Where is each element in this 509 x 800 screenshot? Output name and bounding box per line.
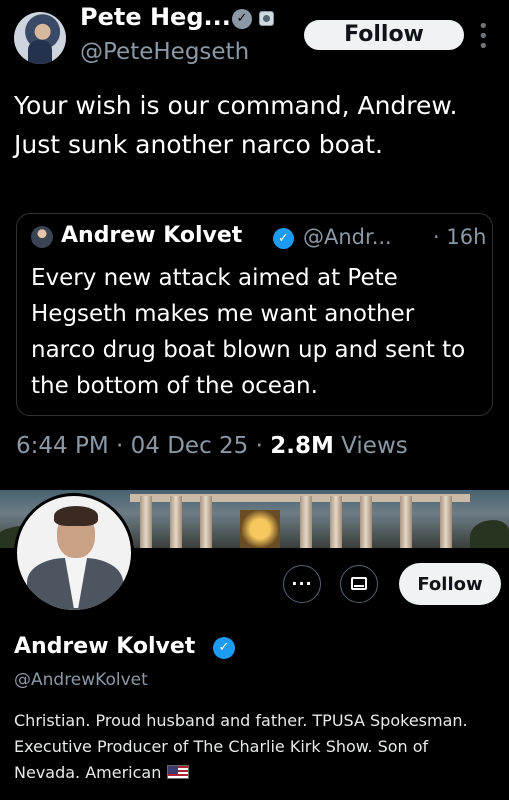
banner-column <box>170 496 182 548</box>
banner-column <box>200 496 212 548</box>
tweet-date[interactable]: 04 Dec 25 <box>131 433 249 459</box>
us-flag-icon <box>167 765 190 779</box>
profile-more-button[interactable]: ··· <box>283 565 321 603</box>
profile-avatar[interactable] <box>14 493 134 613</box>
profile-follow-button[interactable]: Follow <box>399 563 501 605</box>
tweet-card: Pete Heg... ✓ @PeteHegseth Follow • • • Yo… <box>0 0 509 490</box>
banner-column <box>440 496 452 548</box>
tweet-metadata: 6:44 PM · 04 Dec 25 · 2.8M Views <box>16 433 408 459</box>
banner-column <box>330 496 342 548</box>
banner-column <box>140 496 152 548</box>
views-label: Views <box>333 433 408 459</box>
views-count[interactable]: 2.8M <box>270 433 334 459</box>
profile-card: ··· Follow Andrew Kolvet ✓ @AndrewKolvet… <box>0 490 509 800</box>
profile-bio-text: Christian. Proud husband and father. TPU… <box>14 711 468 782</box>
separator: · <box>108 433 131 459</box>
verified-blue-badge-icon: ✓ <box>213 637 235 659</box>
author-handle[interactable]: @PeteHegseth <box>80 39 249 65</box>
author-avatar[interactable] <box>14 12 66 64</box>
tweet-text: Your wish is our command, Andrew. Just s… <box>14 91 458 159</box>
quoted-author-name: Andrew Kolvet <box>61 223 243 248</box>
separator: · <box>248 433 271 459</box>
quoted-author-handle: @Andr... <box>303 225 392 249</box>
envelope-icon <box>351 577 367 590</box>
verified-gray-badge-icon: ✓ <box>232 9 252 29</box>
author-name[interactable]: Pete Heg... <box>80 3 231 31</box>
profile-bio: Christian. Proud husband and father. TPU… <box>14 708 484 786</box>
banner-column <box>360 496 372 548</box>
profile-name: Andrew Kolvet <box>14 634 196 659</box>
banner-statue <box>240 510 280 548</box>
avatar-hair <box>54 506 98 526</box>
profile-handle: @AndrewKolvet <box>14 670 148 690</box>
quoted-tweet-text: Every new attack aimed at Pete Hegseth m… <box>31 265 466 399</box>
tweet-time[interactable]: 6:44 PM <box>16 433 109 459</box>
more-options-icon[interactable]: • • • <box>478 18 489 56</box>
quoted-tweet[interactable]: Andrew Kolvet ✓ @Andr... · 16h Every new… <box>16 213 493 416</box>
banner-column <box>400 496 412 548</box>
follow-button[interactable]: Follow <box>304 20 464 50</box>
government-badge-icon <box>259 11 274 26</box>
message-button[interactable] <box>340 565 378 603</box>
banner-trees <box>470 520 509 548</box>
quoted-timestamp: · 16h <box>433 225 487 249</box>
verified-blue-badge-icon: ✓ <box>273 228 294 249</box>
quoted-author-avatar <box>31 226 53 248</box>
banner-column <box>300 496 312 548</box>
